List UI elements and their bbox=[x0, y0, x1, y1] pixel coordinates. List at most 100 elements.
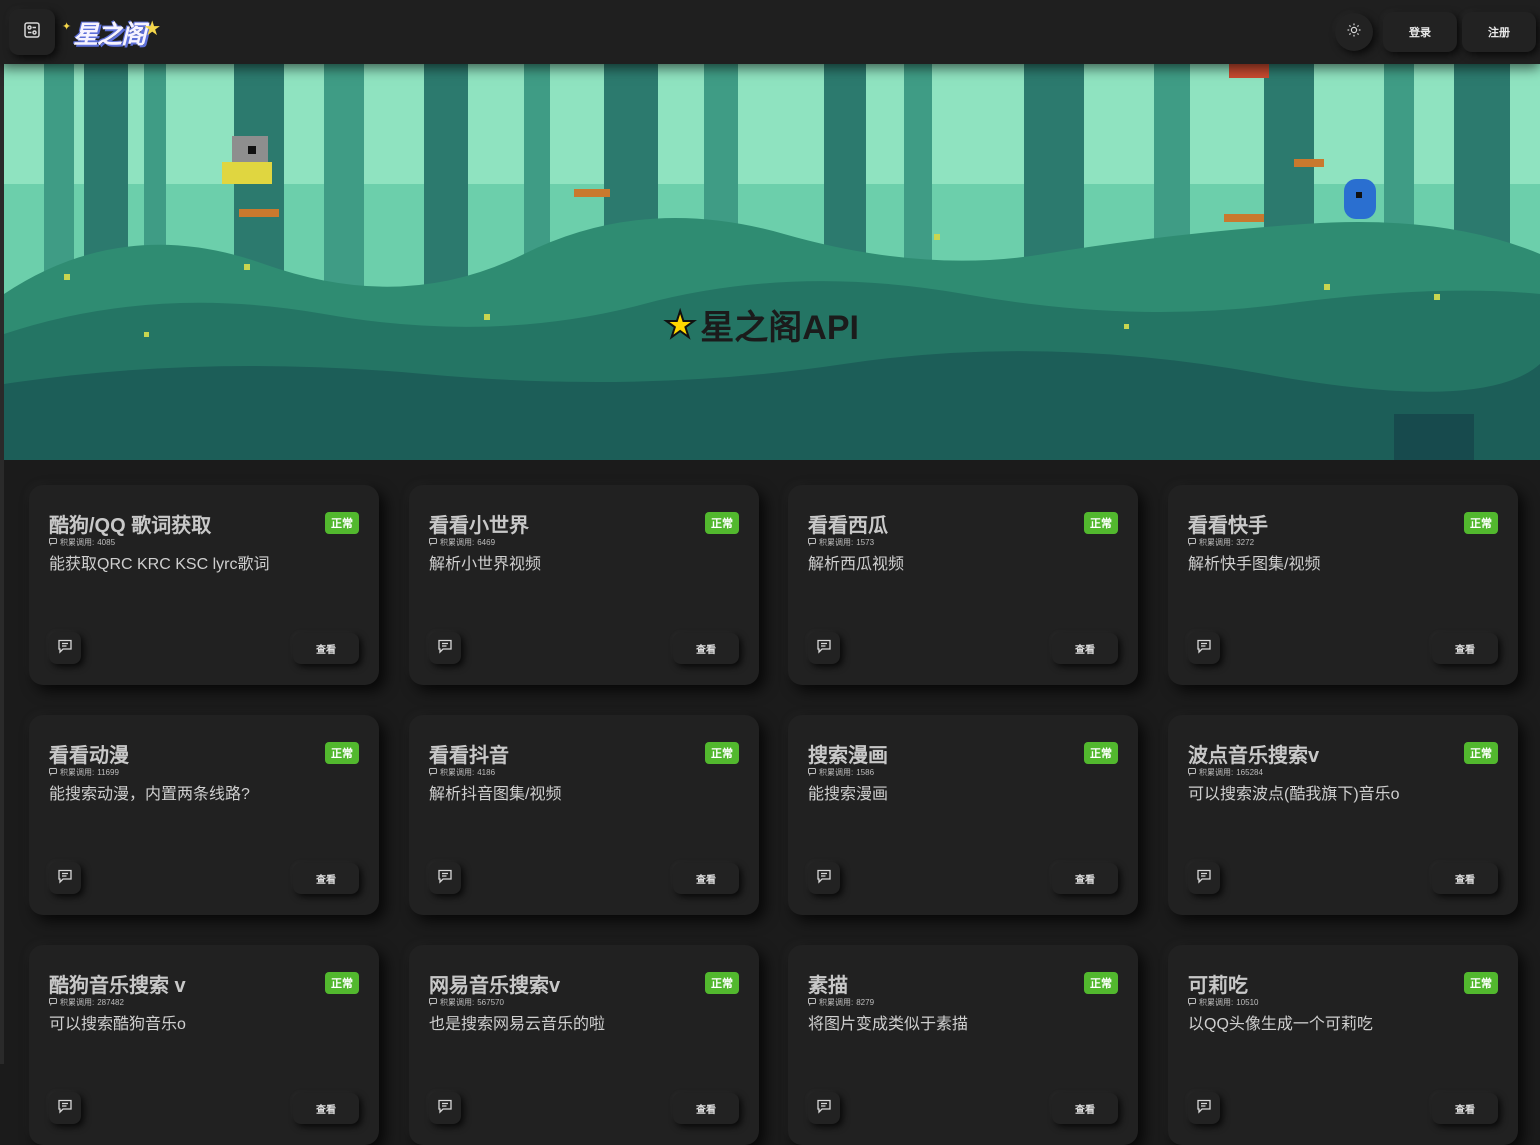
comment-button[interactable] bbox=[1188, 1092, 1220, 1124]
api-card[interactable]: 看看西瓜 正常 积累调用: 1573 解析西瓜视频 查看 bbox=[788, 485, 1138, 685]
call-count-label: 积累调用: bbox=[60, 768, 95, 777]
api-card[interactable]: 看看快手 正常 积累调用: 3272 解析快手图集/视频 查看 bbox=[1168, 485, 1518, 685]
card-title: 搜索漫画 bbox=[808, 745, 888, 767]
star-icon: ★ bbox=[143, 17, 162, 40]
card-description: 将图片变成类似于素描 bbox=[808, 1016, 969, 1033]
call-count-label: 积累调用: bbox=[440, 538, 475, 547]
view-button[interactable]: 查看 bbox=[1052, 1093, 1118, 1124]
api-card[interactable]: 可莉吃 正常 积累调用: 10510 以QQ头像生成一个可莉吃 查看 bbox=[1168, 945, 1518, 1145]
message-icon bbox=[1188, 537, 1196, 548]
comment-button[interactable] bbox=[808, 862, 840, 894]
card-description: 解析抖音图集/视频 bbox=[429, 786, 562, 803]
view-button[interactable]: 查看 bbox=[673, 633, 739, 664]
theme-toggle-button[interactable] bbox=[1335, 13, 1373, 51]
api-card[interactable]: 搜索漫画 正常积累调用: 1586 能搜索漫画查看 bbox=[788, 715, 1138, 915]
call-count-value: 1573 bbox=[856, 538, 875, 547]
site-logo[interactable]: ✦ 星之阁 ★ bbox=[62, 14, 161, 52]
view-button[interactable]: 查看 bbox=[673, 863, 739, 894]
page-title-text: 星之阁API bbox=[700, 309, 859, 347]
comment-button[interactable] bbox=[49, 862, 81, 894]
login-button[interactable]: 登录 bbox=[1383, 12, 1457, 52]
comment-button[interactable] bbox=[429, 632, 461, 664]
status-badge: 正常 bbox=[1084, 972, 1118, 994]
comment-button[interactable] bbox=[1188, 862, 1220, 894]
register-button[interactable]: 注册 bbox=[1462, 12, 1536, 52]
view-button[interactable]: 查看 bbox=[1052, 863, 1118, 894]
card-title: 酷狗/QQ 歌词获取 bbox=[49, 515, 212, 537]
call-count-value: 3272 bbox=[1236, 538, 1255, 547]
call-count-value: 165284 bbox=[1236, 768, 1263, 777]
message-square-icon bbox=[1196, 1098, 1212, 1119]
view-button[interactable]: 查看 bbox=[1432, 1093, 1498, 1124]
forest-background-image bbox=[4, 64, 1540, 460]
api-card[interactable]: 看看抖音 正常 积累调用: 4186 解析抖音图集/视频 查看 bbox=[409, 715, 759, 915]
message-square-icon bbox=[57, 1098, 73, 1119]
status-badge: 正常 bbox=[705, 742, 739, 764]
view-button[interactable]: 查看 bbox=[1052, 633, 1118, 664]
api-card[interactable]: 素描 正常 积累调用: 8279 将图片变成类似于素描 查看 bbox=[788, 945, 1138, 1145]
call-count-label: 积累调用: bbox=[60, 538, 95, 547]
comment-button[interactable] bbox=[49, 632, 81, 664]
card-description: 解析西瓜视频 bbox=[808, 556, 905, 573]
card-title: 看看抖音 bbox=[429, 745, 509, 767]
message-icon bbox=[808, 537, 816, 548]
call-count: 积累调用: 6469 bbox=[429, 537, 495, 548]
view-button[interactable]: 查看 bbox=[293, 1093, 359, 1124]
logo-text: 星之阁 bbox=[73, 20, 146, 49]
call-count: 积累调用: 567570 bbox=[429, 997, 504, 1008]
comment-button[interactable] bbox=[808, 1092, 840, 1124]
sidebar-toggle-button[interactable] bbox=[9, 9, 55, 55]
message-square-icon bbox=[437, 638, 453, 659]
message-icon bbox=[49, 767, 57, 778]
view-button[interactable]: 查看 bbox=[1432, 633, 1498, 664]
card-description: 可以搜索酷狗音乐o bbox=[49, 1016, 186, 1033]
call-count-label: 积累调用: bbox=[440, 998, 475, 1007]
call-count-value: 4186 bbox=[477, 768, 496, 777]
message-icon bbox=[1188, 767, 1196, 778]
call-count-value: 10510 bbox=[1236, 998, 1259, 1007]
call-count-value: 567570 bbox=[477, 998, 504, 1007]
message-icon bbox=[808, 767, 816, 778]
view-button[interactable]: 查看 bbox=[1432, 863, 1498, 894]
view-button[interactable]: 查看 bbox=[293, 863, 359, 894]
call-count-value: 287482 bbox=[97, 998, 124, 1007]
message-icon bbox=[429, 537, 437, 548]
card-description: 能搜索漫画 bbox=[808, 786, 889, 803]
api-card[interactable]: 酷狗音乐搜索 v 正常 积累调用: 287482 可以搜索酷狗音乐o 查看 bbox=[29, 945, 379, 1145]
card-title: 素描 bbox=[808, 975, 848, 997]
hero-banner: ★ 星之阁API bbox=[4, 64, 1540, 460]
comment-button[interactable] bbox=[808, 632, 840, 664]
call-count: 积累调用: 3272 bbox=[1188, 537, 1254, 548]
comment-button[interactable] bbox=[1188, 632, 1220, 664]
api-card[interactable]: 波点音乐搜索v 正常 积累调用: 165284 可以搜索波点(酷我旗下)音乐o 查看 bbox=[1168, 715, 1518, 915]
message-icon bbox=[808, 997, 816, 1008]
panel-toggle-icon bbox=[23, 21, 41, 44]
comment-button[interactable] bbox=[49, 1092, 81, 1124]
call-count-value: 11699 bbox=[97, 768, 119, 777]
card-description: 以QQ头像生成一个可莉吃 bbox=[1188, 1016, 1373, 1033]
api-card[interactable]: 看看动漫 正常 积累调用: 11699 能搜索动漫，内置两条线路? 查看 bbox=[29, 715, 379, 915]
status-badge: 正常 bbox=[325, 742, 359, 764]
call-count-label: 积累调用: bbox=[1199, 768, 1234, 777]
comment-button[interactable] bbox=[429, 862, 461, 894]
status-badge: 正常 bbox=[1084, 742, 1118, 764]
page-title: ★ 星之阁API bbox=[663, 300, 859, 349]
call-count: 积累调用: 165284 bbox=[1188, 767, 1263, 778]
call-count-label: 积累调用: bbox=[1199, 538, 1234, 547]
call-count: 积累调用: 287482 bbox=[49, 997, 124, 1008]
card-description: 能获取QRC KRC KSC lyrc歌词 bbox=[49, 556, 270, 573]
api-card[interactable]: 酷狗/QQ 歌词获取 正常 积累调用: 4085 能获取QRC KRC KSC lyrc… bbox=[29, 485, 379, 685]
call-count: 积累调用: 11699 bbox=[49, 767, 119, 778]
comment-button[interactable] bbox=[429, 1092, 461, 1124]
call-count-label: 积累调用: bbox=[60, 998, 95, 1007]
api-card[interactable]: 看看小世界 正常 积累调用: 6469 解析小世界视频 查看 bbox=[409, 485, 759, 685]
call-count: 积累调用: 4085 bbox=[49, 537, 115, 548]
call-count: 积累调用: 1586 bbox=[808, 767, 874, 778]
top-header: ✦ 星之阁 ★ 登录 注册 bbox=[0, 0, 1540, 64]
view-button[interactable]: 查看 bbox=[673, 1093, 739, 1124]
message-icon bbox=[49, 537, 57, 548]
view-button[interactable]: 查看 bbox=[293, 633, 359, 664]
api-card[interactable]: 网易音乐搜索v 正常 积累调用: 567570 也是搜索网易云音乐的啦 查看 bbox=[409, 945, 759, 1145]
card-description: 能搜索动漫，内置两条线路? bbox=[49, 786, 250, 803]
card-title: 酷狗音乐搜索 v bbox=[49, 975, 186, 997]
